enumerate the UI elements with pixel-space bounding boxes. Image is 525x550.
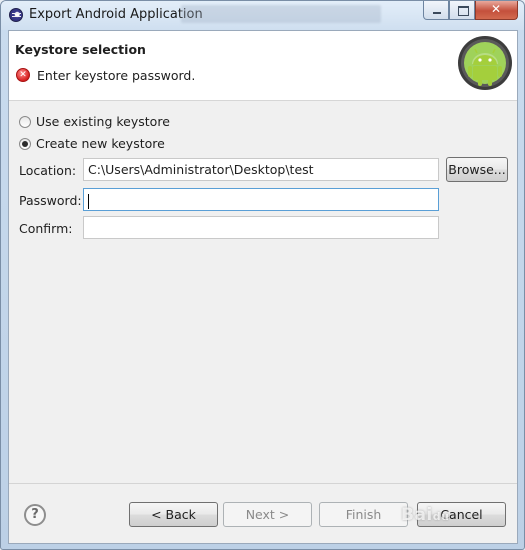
password-input[interactable] (83, 188, 439, 211)
export-dialog-window: Export Android Application Keystore sele… (0, 0, 525, 550)
help-icon[interactable]: ? (24, 504, 46, 526)
password-label: Password: (19, 193, 82, 208)
error-icon: ✕ (16, 68, 30, 82)
use-existing-label: Use existing keystore (36, 114, 170, 129)
location-input[interactable] (83, 158, 439, 181)
window-title: Export Android Application (29, 7, 203, 22)
page-title: Keystore selection (15, 42, 146, 57)
wizard-header: Keystore selection ✕ Enter keystore pass… (9, 31, 517, 101)
background-ghost-text (181, 5, 381, 23)
back-button[interactable]: < Back (129, 502, 218, 527)
maximize-button[interactable] (449, 1, 475, 20)
cancel-button[interactable]: Cancel (417, 502, 506, 527)
browse-button[interactable]: Browse... (446, 157, 508, 182)
use-existing-keystore-option[interactable]: Use existing keystore (19, 114, 170, 129)
location-label: Location: (19, 163, 77, 178)
android-logo (458, 36, 512, 90)
dialog-client-area: Keystore selection ✕ Enter keystore pass… (8, 30, 518, 544)
eclipse-app-icon (9, 8, 23, 22)
use-existing-radio[interactable] (19, 115, 31, 128)
minimize-button[interactable] (423, 1, 449, 20)
create-new-radio[interactable] (19, 137, 31, 150)
title-bar[interactable]: Export Android Application (1, 1, 524, 30)
create-new-keystore-option[interactable]: Create new keystore (19, 136, 165, 151)
text-caret (88, 194, 89, 209)
caption-buttons (423, 1, 518, 21)
footer-divider (9, 483, 517, 484)
next-button[interactable]: Next > (223, 502, 312, 527)
create-new-label: Create new keystore (36, 136, 165, 151)
error-message: Enter keystore password. (37, 68, 196, 83)
close-button[interactable] (475, 1, 518, 20)
finish-button[interactable]: Finish (319, 502, 408, 527)
confirm-label: Confirm: (19, 221, 73, 236)
confirm-input[interactable] (83, 216, 439, 239)
